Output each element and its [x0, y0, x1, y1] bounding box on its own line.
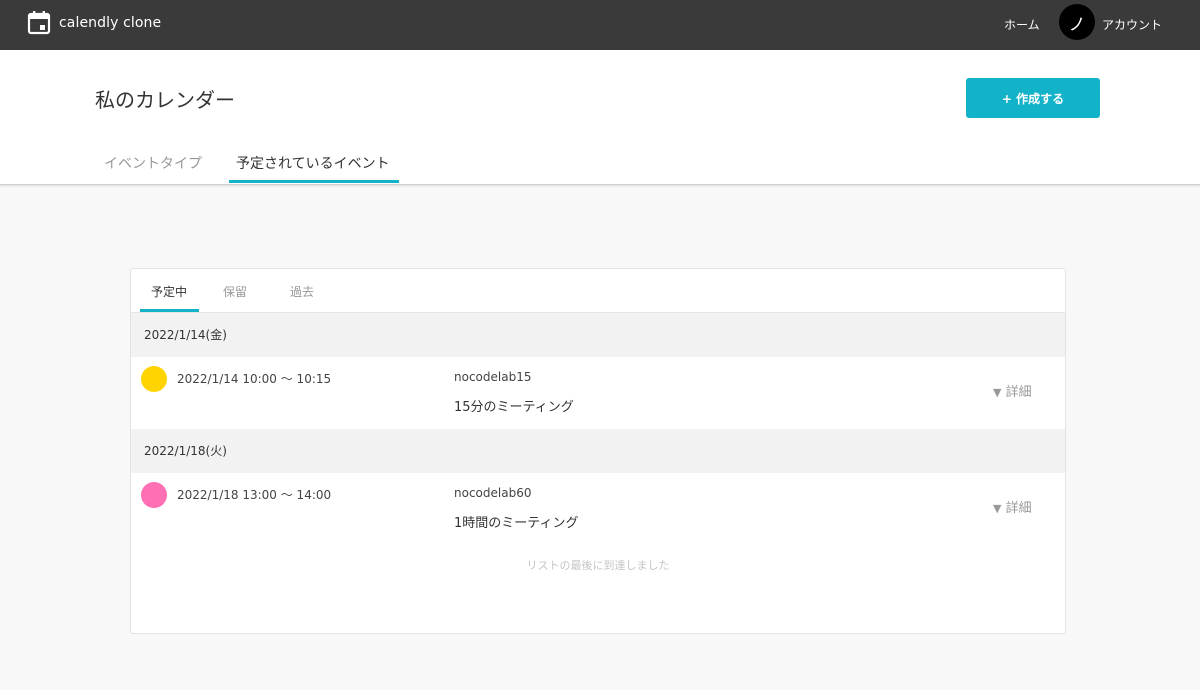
calendar-icon [27, 11, 51, 35]
caret-down-icon: ▼ [993, 386, 1002, 399]
events-card: 予定中 保留 過去 2022/1/14(金) 2022/1/14 10:00 〜… [130, 268, 1066, 634]
nav-account-link[interactable]: アカウント [1102, 16, 1162, 33]
active-tab-indicator [229, 180, 399, 183]
tab-scheduled-events[interactable]: 予定されているイベント [236, 153, 390, 173]
details-label: 詳細 [1005, 385, 1032, 400]
caret-down-icon: ▼ [993, 502, 1002, 515]
event-title: 1時間のミーティング [454, 516, 579, 531]
details-toggle[interactable]: ▼ 詳細 [993, 381, 1032, 400]
subtab-past[interactable]: 過去 [290, 283, 314, 300]
avatar[interactable]: ノ [1059, 4, 1095, 40]
event-user: nocodelab60 [454, 486, 532, 500]
event-time: 2022/1/18 13:00 〜 14:00 [177, 488, 332, 502]
brand[interactable]: calendly clone [27, 10, 161, 35]
details-toggle[interactable]: ▼ 詳細 [993, 497, 1032, 516]
tab-event-types[interactable]: イベントタイプ [104, 153, 202, 173]
event-user: nocodelab15 [454, 370, 532, 384]
subtab-upcoming[interactable]: 予定中 [151, 283, 187, 300]
date-group-header: 2022/1/18(火) [131, 429, 1065, 473]
nav-home-link[interactable]: ホーム [1004, 16, 1040, 33]
event-time: 2022/1/14 10:00 〜 10:15 [177, 372, 332, 386]
top-navbar: calendly clone ホーム ノ アカウント [0, 0, 1200, 50]
page-title: 私のカレンダー [95, 88, 235, 112]
subtab-pending[interactable]: 保留 [223, 283, 247, 300]
brand-name: calendly clone [59, 14, 162, 31]
details-label: 詳細 [1005, 501, 1032, 516]
event-color-dot [141, 366, 167, 392]
event-row: 2022/1/18 13:00 〜 14:00 nocodelab60 1時間の… [131, 473, 1065, 545]
page-header: 私のカレンダー + 作成する イベントタイプ 予定されているイベント [0, 50, 1200, 185]
end-of-list-message: リストの最後に到達しました [526, 559, 670, 572]
event-row: 2022/1/14 10:00 〜 10:15 nocodelab15 15分の… [131, 357, 1065, 429]
date-group-header: 2022/1/14(金) [131, 313, 1065, 357]
create-button[interactable]: + 作成する [966, 78, 1100, 118]
event-title: 15分のミーティング [454, 400, 574, 415]
date-label: 2022/1/14(金) [144, 328, 227, 342]
event-color-dot [141, 482, 167, 508]
date-label: 2022/1/18(火) [144, 444, 227, 458]
